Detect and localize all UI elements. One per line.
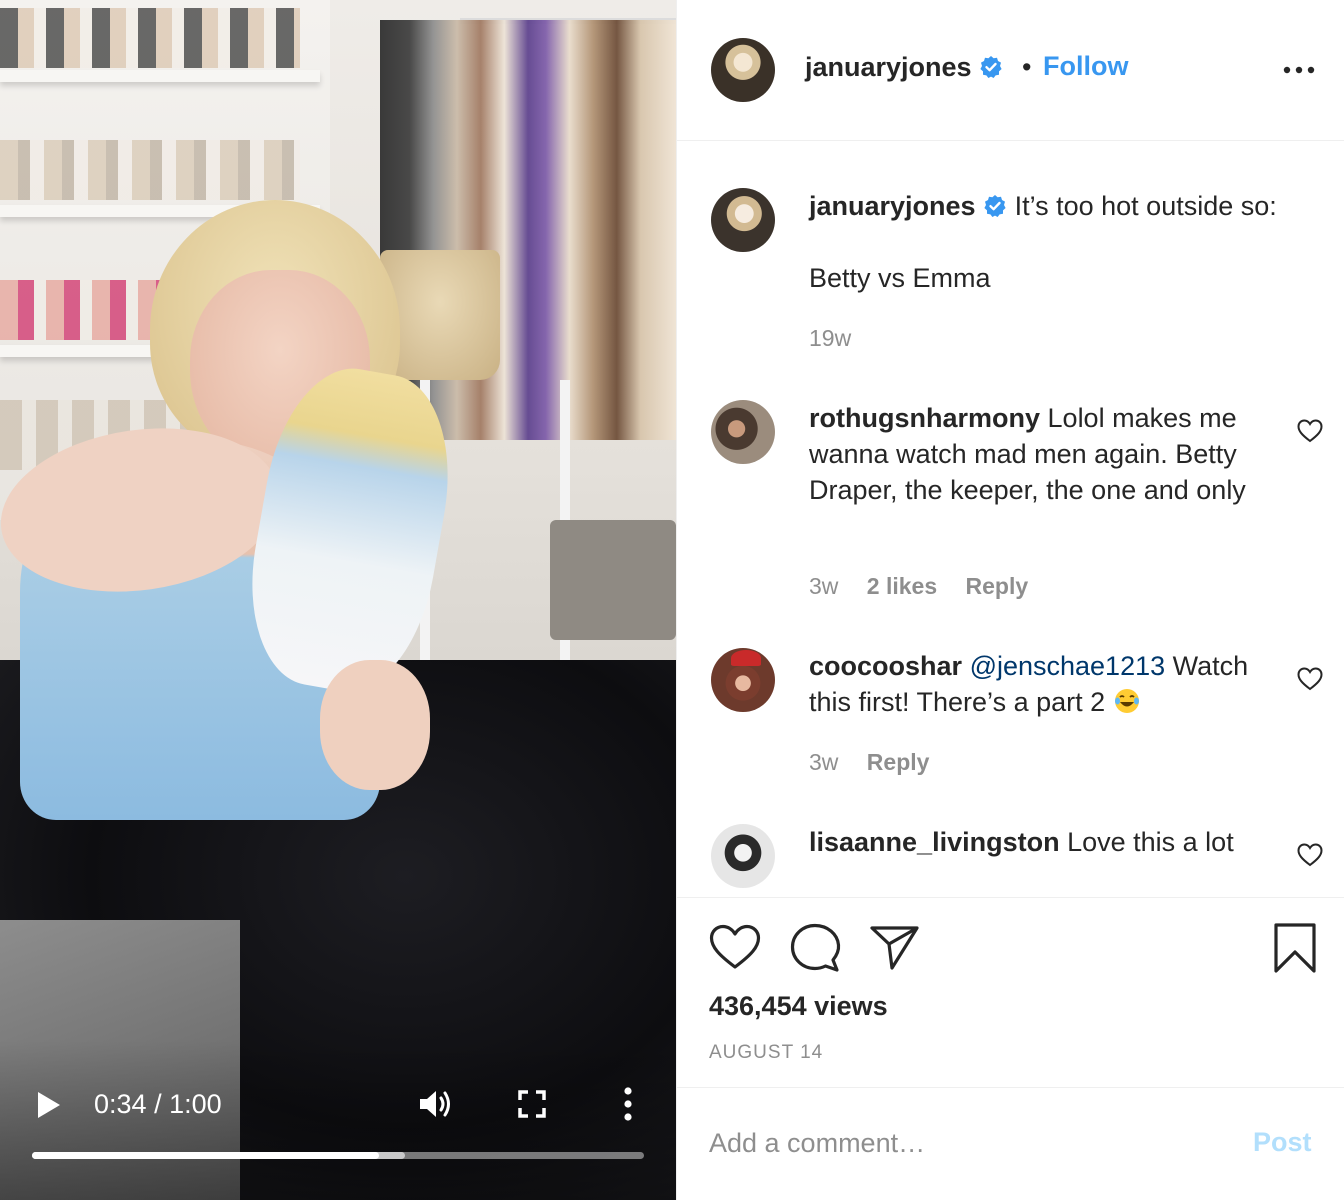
bookmark-icon xyxy=(1274,923,1316,973)
play-icon xyxy=(38,1092,60,1118)
comment-meta: 3w Reply xyxy=(809,748,951,776)
post-date[interactable]: AUGUST 14 xyxy=(709,1040,823,1066)
caption-avatar[interactable] xyxy=(711,188,775,252)
reply-button[interactable]: Reply xyxy=(867,749,930,775)
caption: januaryjones It’s too hot outside so: xyxy=(809,188,1279,224)
reply-button[interactable]: Reply xyxy=(966,573,1029,599)
video-progress-bar[interactable] xyxy=(32,1152,644,1159)
author-avatar[interactable] xyxy=(711,38,775,102)
caption-text-line2: Betty vs Emma xyxy=(809,263,991,293)
comment-age[interactable]: 3w xyxy=(809,749,838,775)
post-options-button[interactable] xyxy=(1283,60,1315,80)
verified-badge-icon xyxy=(984,195,1006,217)
comment-meta: 3w 2 likes Reply xyxy=(809,572,1050,600)
caption-username[interactable]: januaryjones xyxy=(809,191,976,221)
video-time: 0:34 / 1:00 xyxy=(94,1088,222,1120)
comment-username[interactable]: lisaanne_livingston xyxy=(809,827,1060,857)
view-count[interactable]: 436,454 views xyxy=(709,988,888,1024)
comment-like-button[interactable] xyxy=(1297,667,1323,691)
post-side-panel: januaryjones • Follow januaryjones It’s … xyxy=(676,0,1344,1200)
comment: coocooshar @jenschae1213 Watch this firs… xyxy=(809,648,1279,720)
volume-button[interactable] xyxy=(418,1087,454,1121)
comment: lisaanne_livingston Love this a lot xyxy=(809,824,1279,860)
speech-bubble-icon xyxy=(790,923,841,972)
time-separator: / xyxy=(146,1089,170,1119)
more-horizontal-icon xyxy=(1283,66,1315,74)
more-vertical-icon xyxy=(624,1087,632,1121)
comment-age[interactable]: 3w xyxy=(809,573,838,599)
comment-like-button[interactable] xyxy=(1297,843,1323,867)
comment-like-button[interactable] xyxy=(1297,419,1323,443)
caption-meta: 19w xyxy=(809,324,873,352)
paper-plane-icon xyxy=(870,926,919,970)
follow-button[interactable]: Follow xyxy=(1043,49,1128,83)
duration: 1:00 xyxy=(169,1089,222,1119)
video-player[interactable]: 0:34 / 1:00 xyxy=(0,0,676,1200)
caption-age[interactable]: 19w xyxy=(809,325,851,351)
video-frame xyxy=(0,0,676,1200)
verified-badge-icon xyxy=(980,56,1002,78)
heart-icon xyxy=(1297,843,1323,867)
like-button[interactable] xyxy=(709,924,761,975)
fullscreen-button[interactable] xyxy=(518,1090,546,1118)
comment-mention[interactable]: @jenschae1213 xyxy=(970,651,1166,681)
comment-text: Love this a lot xyxy=(1067,827,1234,857)
comment-avatar[interactable] xyxy=(711,648,775,712)
controls-overlay xyxy=(0,1040,676,1200)
add-comment-input[interactable] xyxy=(709,1118,1229,1168)
actions-divider xyxy=(677,897,1344,898)
save-button[interactable] xyxy=(1273,922,1317,979)
current-time: 0:34 xyxy=(94,1089,147,1119)
play-button[interactable] xyxy=(36,1090,62,1120)
author-username-row: januaryjones xyxy=(805,50,1003,84)
heart-icon xyxy=(709,924,761,969)
caption-text-line1: It’s too hot outside so: xyxy=(1014,191,1277,221)
video-more-button[interactable] xyxy=(618,1086,638,1122)
author-username[interactable]: januaryjones xyxy=(805,52,972,82)
header-dot: • xyxy=(1022,52,1032,82)
heart-icon xyxy=(1297,419,1323,443)
progress-fill xyxy=(32,1152,379,1159)
comment-username[interactable]: coocooshar xyxy=(809,651,962,681)
comment-username[interactable]: rothugsnharmony xyxy=(809,403,1040,433)
share-button[interactable] xyxy=(869,924,921,977)
comment-avatar[interactable] xyxy=(711,824,775,888)
comment-box-divider xyxy=(677,1087,1344,1088)
post-comment-button[interactable]: Post xyxy=(1253,1124,1312,1160)
comments-list: januaryjones It’s too hot outside so: Be… xyxy=(677,141,1344,897)
volume-icon xyxy=(420,1091,450,1117)
heart-icon xyxy=(1297,667,1323,691)
fullscreen-icon xyxy=(518,1090,546,1118)
comment: rothugsnharmony Lolol makes me wanna wat… xyxy=(809,400,1279,508)
comment-likes[interactable]: 2 likes xyxy=(867,573,937,599)
laughing-crying-emoji-icon xyxy=(1114,689,1139,713)
comment-avatar[interactable] xyxy=(711,400,775,464)
comment-button[interactable] xyxy=(789,922,841,979)
